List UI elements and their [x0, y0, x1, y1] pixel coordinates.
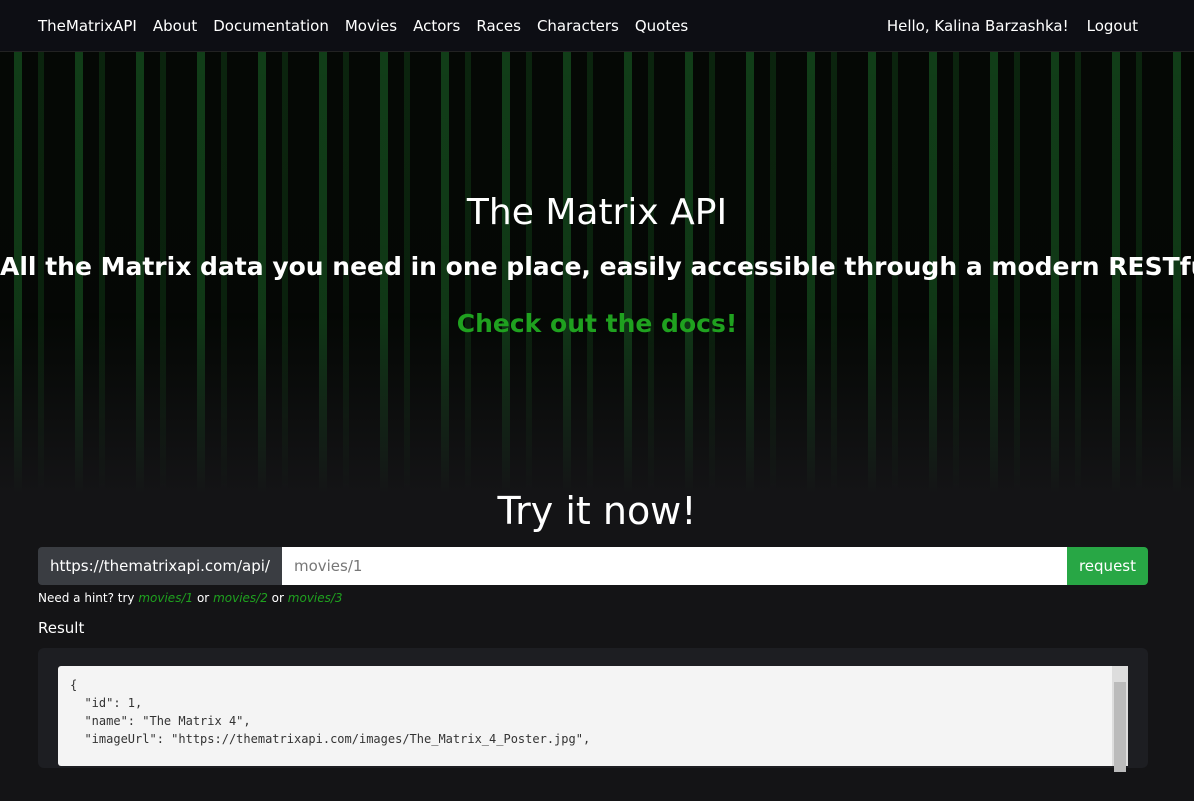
brand-link[interactable]: TheMatrixAPI — [38, 17, 137, 35]
navbar: TheMatrixAPI About Documentation Movies … — [0, 0, 1194, 52]
hero-subtitle: All the Matrix data you need in one plac… — [0, 252, 1194, 281]
result-json: { "id": 1, "name": "The Matrix 4", "imag… — [70, 678, 591, 746]
endpoint-input[interactable] — [281, 547, 1067, 585]
nav-actors[interactable]: Actors — [413, 17, 460, 35]
nav-movies[interactable]: Movies — [345, 17, 397, 35]
hint-link-2[interactable]: movies/2 — [213, 591, 268, 605]
hint-text: Need a hint? try — [38, 591, 135, 605]
nav-races[interactable]: Races — [476, 17, 521, 35]
result-panel: { "id": 1, "name": "The Matrix 4", "imag… — [38, 648, 1148, 772]
try-heading: Try it now! — [497, 489, 697, 533]
hint-or: or — [196, 591, 210, 605]
hint-link-1[interactable]: movies/1 — [138, 591, 193, 605]
api-prefix: https://thematrixapi.com/api/ — [38, 547, 282, 585]
nav-characters[interactable]: Characters — [537, 17, 619, 35]
result-code[interactable]: { "id": 1, "name": "The Matrix 4", "imag… — [58, 666, 1128, 772]
user-greeting: Hello, Kalina Barzashka! — [886, 16, 1069, 35]
request-button[interactable]: request — [1066, 547, 1148, 585]
hero-banner: The Matrix API All the Matrix data you n… — [0, 52, 1194, 495]
hint: Need a hint? try movies/1 or movies/2 or… — [38, 591, 1156, 605]
hint-or: or — [271, 591, 284, 605]
logout-link[interactable]: Logout — [1087, 17, 1138, 35]
request-form: https://thematrixapi.com/api/ request — [38, 547, 1148, 585]
result-label: Result — [38, 619, 85, 637]
hero-title: The Matrix API — [466, 192, 728, 233]
nav-about[interactable]: About — [153, 17, 197, 35]
nav-quotes[interactable]: Quotes — [635, 17, 688, 35]
docs-link[interactable]: Check out the docs! — [0, 309, 1194, 338]
nav-documentation[interactable]: Documentation — [213, 17, 329, 35]
hint-link-3[interactable]: movies/3 — [288, 591, 343, 605]
scrollbar[interactable] — [1112, 666, 1128, 772]
